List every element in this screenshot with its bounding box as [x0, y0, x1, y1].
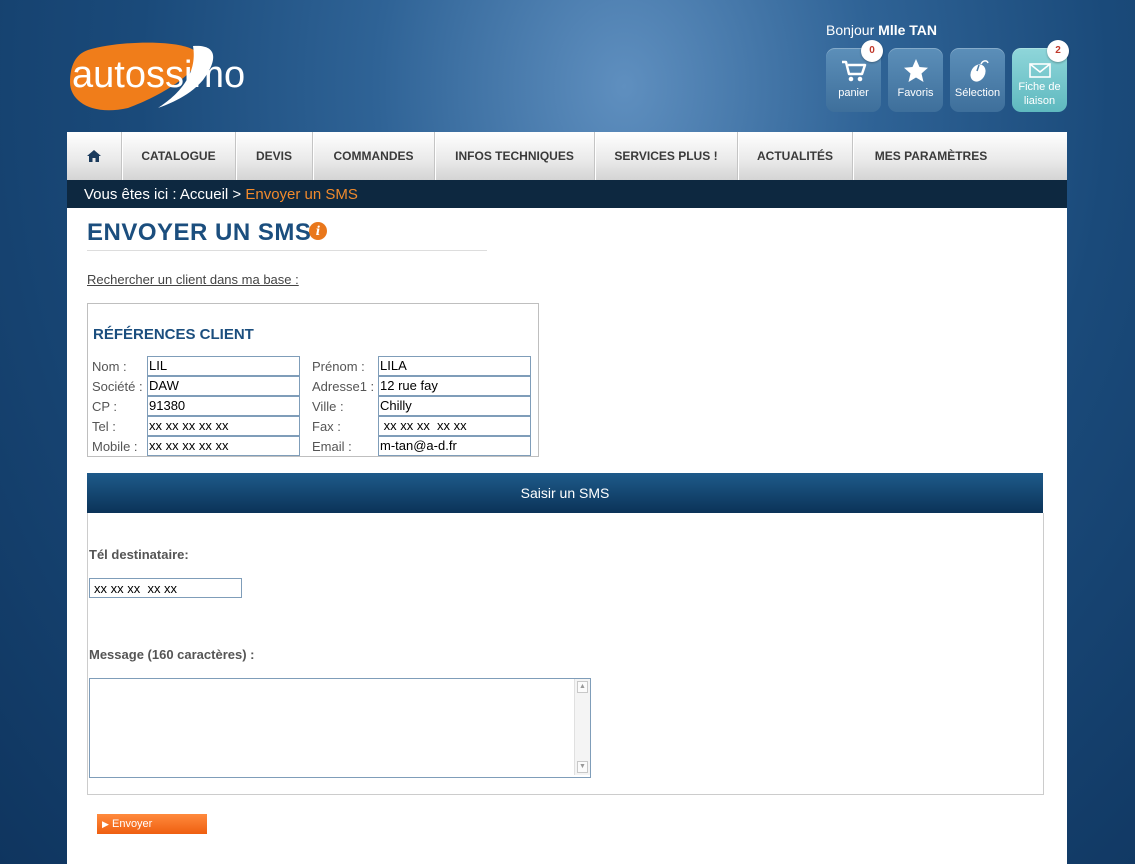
envelope-icon	[1028, 63, 1051, 78]
autossimo-logo[interactable]: autossimo	[68, 40, 292, 112]
breadcrumb-current: Envoyer un SMS	[245, 186, 358, 203]
send-arrow-icon: ▶	[102, 819, 109, 829]
cart-button[interactable]: panier 0	[826, 40, 883, 112]
liaison-button[interactable]: Fiche de liaison 2	[1012, 40, 1069, 112]
favorites-button[interactable]: Favoris	[888, 48, 943, 112]
adresse-label: Adresse1 :	[312, 379, 375, 394]
send-button[interactable]: ▶ Envoyer	[97, 814, 207, 834]
recipient-phone-input[interactable]	[89, 578, 242, 598]
selection-button[interactable]: Sélection	[950, 48, 1005, 112]
sms-form: Tél destinataire: Message (160 caractère…	[87, 513, 1044, 795]
cp-field[interactable]: 91380	[147, 396, 300, 416]
main-content: ENVOYER UN SMS i Rechercher un client da…	[67, 208, 1067, 864]
nav-services-plus[interactable]: SERVICES PLUS !	[595, 132, 738, 180]
scroll-down-icon[interactable]: ▼	[577, 761, 588, 773]
cart-label: panier	[838, 87, 869, 99]
logo-text: autossimo	[72, 54, 245, 96]
societe-label: Société :	[92, 379, 143, 394]
nav-devis[interactable]: DEVIS	[236, 132, 313, 180]
info-icon[interactable]: i	[309, 222, 327, 240]
breadcrumb-path[interactable]: Vous êtes ici : Accueil >	[84, 186, 241, 203]
nav-mes-parametres[interactable]: MES PARAMÈTRES	[853, 132, 1009, 180]
recipient-label: Tél destinataire:	[89, 547, 189, 562]
message-label: Message (160 caractères) :	[89, 647, 255, 662]
liaison-count-badge: 2	[1047, 40, 1069, 62]
cart-count-badge: 0	[861, 40, 883, 62]
nom-field[interactable]: LIL	[147, 356, 300, 376]
societe-field[interactable]: DAW	[147, 376, 300, 396]
nav-catalogue[interactable]: CATALOGUE	[122, 132, 236, 180]
prenom-label: Prénom :	[312, 359, 365, 374]
nav-home[interactable]	[67, 132, 122, 180]
nom-label: Nom :	[92, 359, 127, 374]
sms-section-header: Saisir un SMS	[87, 473, 1043, 513]
nav-actualites[interactable]: ACTUALITÉS	[738, 132, 853, 180]
cp-label: CP :	[92, 399, 118, 414]
client-references-title: RÉFÉRENCES CLIENT	[93, 326, 254, 343]
greeting: Bonjour Mlle TAN	[826, 22, 937, 38]
ville-field[interactable]: Chilly	[378, 396, 531, 416]
message-textarea-frame: ▲ ▼	[89, 678, 591, 778]
favorites-label: Favoris	[897, 87, 934, 99]
email-label: Email :	[312, 439, 352, 454]
fax-label: Fax :	[312, 419, 341, 434]
header: autossimo Bonjour Mlle TAN panier 0 Favo…	[0, 0, 1135, 132]
tel-field[interactable]: xx xx xx xx xx	[147, 416, 300, 436]
cart-icon	[841, 60, 866, 82]
prenom-field[interactable]: LILA	[378, 356, 531, 376]
nav-infos-techniques[interactable]: INFOS TECHNIQUES	[435, 132, 595, 180]
mobile-field[interactable]: xx xx xx xx xx	[147, 436, 300, 456]
scroll-up-icon[interactable]: ▲	[577, 681, 588, 693]
page-title: ENVOYER UN SMS	[87, 219, 312, 246]
title-divider	[87, 250, 487, 251]
send-label: Envoyer	[111, 818, 153, 830]
client-references-box: RÉFÉRENCES CLIENT Nom : LIL Prénom : LIL…	[87, 303, 539, 457]
fax-field[interactable]: xx xx xx xx xx	[378, 416, 531, 436]
message-scrollbar[interactable]: ▲ ▼	[574, 679, 590, 775]
email-field[interactable]: m-tan@a-d.fr	[378, 436, 531, 456]
user-name: Mlle TAN	[878, 22, 938, 38]
liaison-label: Fiche de liaison	[1018, 81, 1061, 107]
search-client-link[interactable]: Rechercher un client dans ma base :	[87, 272, 299, 287]
adresse-field[interactable]: 12 rue fay	[378, 376, 531, 396]
tel-label: Tel :	[92, 419, 116, 434]
ville-label: Ville :	[312, 399, 344, 414]
mobile-label: Mobile :	[92, 439, 138, 454]
breadcrumb: Vous êtes ici : Accueil > Envoyer un SMS	[67, 180, 1067, 208]
main-nav: CATALOGUE DEVIS COMMANDES INFOS TECHNIQU…	[67, 132, 1067, 180]
nav-commandes[interactable]: COMMANDES	[313, 132, 435, 180]
mouse-icon	[969, 60, 989, 82]
star-icon	[903, 59, 928, 82]
greeting-prefix: Bonjour	[826, 22, 875, 38]
selection-label: Sélection	[954, 87, 1001, 99]
home-icon	[87, 150, 101, 162]
